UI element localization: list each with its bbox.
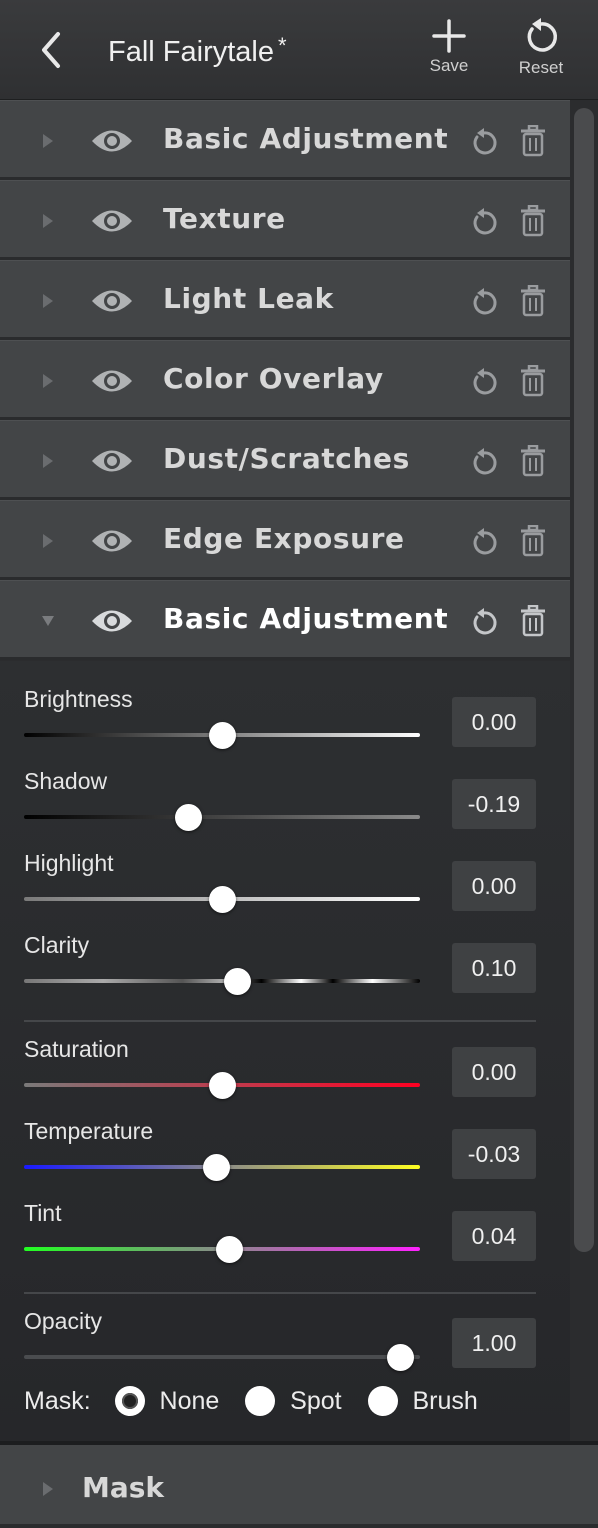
- saturation-value-field[interactable]: 0.00: [452, 1047, 536, 1097]
- opacity-slider-track[interactable]: [24, 1355, 420, 1359]
- layer-name: Edge Exposure: [163, 522, 405, 555]
- trash-icon[interactable]: [519, 445, 547, 477]
- reset-label: Reset: [518, 58, 564, 77]
- section-divider: [24, 1292, 536, 1294]
- chevron-right-icon[interactable]: [40, 371, 56, 391]
- tint-label: Tint: [24, 1200, 62, 1226]
- shadow-label: Shadow: [24, 768, 108, 794]
- trash-icon[interactable]: [519, 285, 547, 317]
- reset-icon[interactable]: [470, 207, 498, 237]
- layer-name: Dust/Scratches: [163, 442, 410, 475]
- chevron-right-icon[interactable]: [40, 531, 56, 551]
- shadow-value-field[interactable]: -0.19: [452, 779, 536, 829]
- reset-icon: [527, 18, 558, 52]
- eye-icon[interactable]: [90, 286, 134, 316]
- layer-name: Color Overlay: [163, 362, 384, 395]
- layer-row-basic-adjustment-2[interactable]: Basic Adjustment: [0, 580, 570, 660]
- chevron-right-icon[interactable]: [40, 211, 56, 231]
- mask-spot-radio[interactable]: [245, 1386, 276, 1417]
- opacity-slider-handle[interactable]: [386, 1344, 414, 1371]
- eye-icon[interactable]: [90, 206, 134, 236]
- layer-row-color-overlay[interactable]: Color Overlay: [0, 340, 570, 420]
- temperature-label: Temperature: [24, 1118, 154, 1144]
- eye-icon[interactable]: [90, 526, 134, 556]
- reset-icon[interactable]: [470, 607, 498, 637]
- trash-icon[interactable]: [519, 605, 547, 637]
- trash-icon[interactable]: [519, 205, 547, 237]
- highlight-slider-handle[interactable]: [208, 886, 236, 913]
- back-button[interactable]: [32, 28, 72, 72]
- eye-icon[interactable]: [90, 446, 134, 476]
- reset-icon[interactable]: [470, 127, 498, 157]
- chevron-left-icon: [42, 32, 60, 68]
- mask-label: Mask:: [24, 1386, 91, 1415]
- chevron-right-icon[interactable]: [40, 451, 56, 471]
- save-button[interactable]: Save: [418, 18, 480, 90]
- mask-section-header[interactable]: Mask: [0, 1441, 598, 1528]
- layer-row-dust-scratches[interactable]: Dust/Scratches: [0, 420, 570, 500]
- trash-icon[interactable]: [519, 525, 547, 557]
- layer-name: Basic Adjustment: [163, 602, 449, 635]
- chevron-right-icon[interactable]: [40, 131, 56, 151]
- opacity-value-field[interactable]: 1.00: [452, 1318, 536, 1368]
- eye-icon[interactable]: [90, 126, 134, 156]
- trash-icon[interactable]: [519, 365, 547, 397]
- layer-row-basic-adjustment-1[interactable]: Basic Adjustment: [0, 100, 570, 180]
- mask-brush-label[interactable]: Brush: [412, 1387, 477, 1416]
- clarity-value-field[interactable]: 0.10: [452, 943, 536, 993]
- layer-list: Basic Adjustment Texture Light Leak Colo…: [0, 100, 570, 660]
- chevron-right-icon[interactable]: [40, 1479, 56, 1499]
- highlight-value-field[interactable]: 0.00: [452, 861, 536, 911]
- saturation-slider-handle[interactable]: [208, 1072, 236, 1099]
- bottom-edge: [0, 1524, 598, 1528]
- clarity-label: Clarity: [24, 932, 90, 958]
- reset-icon[interactable]: [470, 367, 498, 397]
- brightness-label: Brightness: [24, 686, 133, 712]
- layer-row-edge-exposure[interactable]: Edge Exposure: [0, 500, 570, 580]
- mask-none-radio[interactable]: [114, 1386, 145, 1417]
- mask-spot-label[interactable]: Spot: [290, 1387, 341, 1416]
- plus-icon: [432, 19, 466, 53]
- eye-icon[interactable]: [90, 606, 134, 636]
- temperature-slider-handle[interactable]: [202, 1154, 230, 1181]
- section-divider: [24, 1020, 536, 1022]
- scrollbar-thumb[interactable]: [574, 108, 594, 1252]
- layer-row-texture[interactable]: Texture: [0, 180, 570, 260]
- shadow-slider-handle[interactable]: [174, 804, 202, 831]
- reset-icon[interactable]: [470, 527, 498, 557]
- preset-title-text: Fall Fairytale: [108, 36, 274, 68]
- layer-row-light-leak[interactable]: Light Leak: [0, 260, 570, 340]
- temperature-value-field[interactable]: -0.03: [452, 1129, 536, 1179]
- layer-name: Light Leak: [163, 282, 334, 315]
- shadow-slider-track[interactable]: [24, 815, 420, 819]
- brightness-slider-handle[interactable]: [208, 722, 236, 749]
- preset-title: Fall Fairytale *: [108, 33, 287, 69]
- save-label: Save: [429, 56, 469, 75]
- mask-section-title: Mask: [82, 1471, 165, 1504]
- layer-name: Texture: [163, 202, 286, 235]
- highlight-label: Highlight: [24, 850, 114, 876]
- header-bar: Fall Fairytale * Save Reset: [0, 0, 598, 100]
- saturation-label: Saturation: [24, 1036, 129, 1062]
- reset-all-button[interactable]: Reset: [510, 18, 572, 90]
- trash-icon[interactable]: [519, 125, 547, 157]
- eye-icon[interactable]: [90, 366, 134, 396]
- chevron-down-icon[interactable]: [40, 611, 56, 631]
- tint-value-field[interactable]: 0.04: [452, 1211, 536, 1261]
- mask-brush-radio[interactable]: [367, 1386, 398, 1417]
- mask-options: Mask: None Spot Brush: [24, 1386, 478, 1422]
- clarity-slider-track[interactable]: [24, 979, 420, 983]
- reset-icon[interactable]: [470, 287, 498, 317]
- reset-icon[interactable]: [470, 447, 498, 477]
- chevron-right-icon[interactable]: [40, 291, 56, 311]
- unsaved-marker: *: [278, 33, 287, 58]
- opacity-label: Opacity: [24, 1308, 102, 1334]
- mask-none-label[interactable]: None: [160, 1387, 220, 1416]
- layer-name: Basic Adjustment: [163, 122, 449, 155]
- brightness-value-field[interactable]: 0.00: [452, 697, 536, 747]
